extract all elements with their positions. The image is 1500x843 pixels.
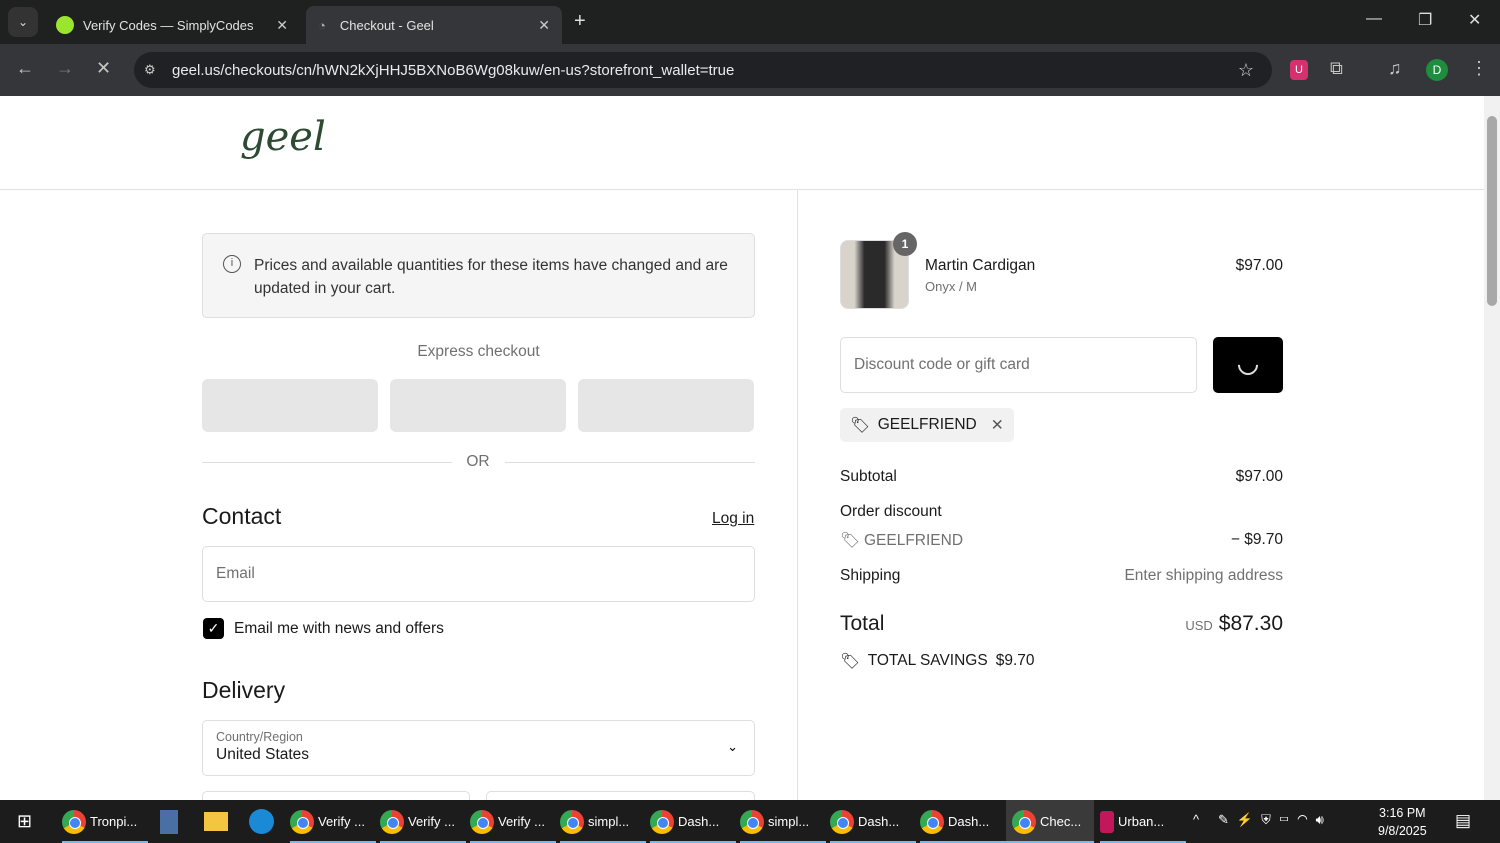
tab-strip: ⌄ Verify Codes — SimplyCodes ✕ ◔ Checkout… (0, 0, 1500, 44)
tray-chevron-icon[interactable]: ^ (1193, 812, 1199, 827)
file-explorer-icon[interactable] (204, 812, 228, 831)
tags-icon: 🏷︎ (840, 653, 860, 670)
calculator-icon[interactable] (160, 810, 178, 834)
page-scrollbar[interactable] (1484, 96, 1500, 800)
last-name-input[interactable] (486, 791, 755, 800)
country-value: United States (216, 746, 310, 763)
delivery-heading: Delivery (202, 677, 286, 703)
tab-search-button[interactable]: ⌄ (8, 7, 38, 37)
log-in-link[interactable]: Log in (712, 510, 754, 528)
tab-checkout[interactable]: ◔ Checkout - Geel ✕ (306, 6, 562, 44)
discount-code-row: 🏷︎ GEELFRIEND − $9.70 (840, 531, 1283, 549)
taskbar-item[interactable]: Dash... (830, 800, 916, 843)
notifications-icon[interactable]: ▤ (1455, 811, 1471, 831)
close-window-button[interactable]: ✕ (1468, 10, 1481, 30)
extension-shield-icon[interactable]: U (1290, 60, 1308, 80)
product-name: Martin Cardigan (925, 257, 1036, 274)
taskbar-item[interactable]: Dash... (920, 800, 1006, 843)
scrollbar-thumb[interactable] (1487, 116, 1497, 306)
tag-icon: 🏷︎ (850, 416, 870, 434)
first-name-input[interactable] (202, 791, 470, 800)
order-discount-row: Order discount (840, 503, 942, 520)
taskbar-item[interactable]: Tronpi... (62, 800, 148, 843)
shipping-row: Shipping Enter shipping address (840, 567, 1283, 584)
express-pay-button-1[interactable] (202, 379, 378, 432)
apply-discount-button[interactable] (1213, 337, 1283, 393)
divider (505, 462, 755, 463)
windows-taskbar: ⊞ Tronpi... Verify ... Verify ... Verify… (0, 800, 1500, 843)
product-price: $97.00 (1235, 257, 1283, 274)
address-bar[interactable]: ⚙ geel.us/checkouts/cn/hWN2kXjHHJ5BXNoB6… (134, 52, 1272, 88)
contact-heading: Contact (202, 503, 282, 529)
urban-app-icon (1100, 810, 1114, 833)
close-tab-icon[interactable]: ✕ (276, 17, 288, 34)
extensions-puzzle-icon[interactable]: ⧉ (1330, 58, 1343, 79)
taskbar-item[interactable]: Urban... (1100, 800, 1186, 843)
cart-changed-notice: i Prices and available quantities for th… (202, 233, 755, 318)
page-header: geel (0, 96, 1484, 190)
close-tab-icon[interactable]: ✕ (538, 17, 550, 34)
browser-toolbar: ← → ✕ ⚙ geel.us/checkouts/cn/hWN2kXjHHJ5… (0, 44, 1500, 96)
checkout-page: geel i Prices and available quantities f… (0, 96, 1484, 800)
product-variant: Onyx / M (925, 279, 978, 294)
chevron-down-icon: ⌄ (727, 739, 738, 754)
express-checkout-label: Express checkout (417, 343, 540, 360)
taskbar-item[interactable]: Verify ... (380, 800, 466, 843)
total-row: Total USD $87.30 (840, 612, 1283, 635)
discount-code-input[interactable]: Discount code or gift card (840, 337, 1197, 393)
taskbar-item[interactable]: simpl... (740, 800, 826, 843)
media-control-icon[interactable]: ♫ (1388, 58, 1402, 79)
windows-start-icon[interactable]: ⊞ (17, 811, 32, 832)
total-savings: 🏷︎ TOTAL SAVINGS $9.70 (840, 652, 1035, 670)
geel-logo[interactable]: geel (240, 114, 326, 160)
newsletter-checkbox[interactable]: ✓ (203, 618, 224, 639)
new-tab-button[interactable]: + (574, 10, 586, 33)
forward-icon[interactable]: → (56, 58, 74, 79)
country-label: Country/Region (216, 730, 303, 744)
taskbar-item[interactable]: Verify ... (290, 800, 376, 843)
taskbar-item[interactable]: simpl... (560, 800, 646, 843)
quantity-badge: 1 (893, 232, 917, 256)
tray-icons[interactable]: ✎⚡⛨▭◠🔊︎ (1218, 812, 1332, 828)
express-pay-button-3[interactable] (578, 379, 754, 432)
url-text: geel.us/checkouts/cn/hWN2kXjHHJ5BXNoB6Wg… (172, 61, 735, 79)
email-input[interactable]: Email (202, 546, 755, 602)
minimize-button[interactable]: — (1366, 10, 1382, 28)
stop-loading-icon[interactable]: ✕ (96, 58, 111, 79)
divider (202, 462, 452, 463)
bookmark-star-icon[interactable]: ☆ (1238, 60, 1254, 81)
newsletter-label: Email me with news and offers (234, 620, 444, 637)
taskbar-item[interactable]: Verify ... (470, 800, 556, 843)
remove-code-icon[interactable]: ✕ (991, 416, 1004, 435)
applied-code-chip: 🏷︎ GEELFRIEND ✕ (840, 408, 1014, 442)
subtotal-row: Subtotal $97.00 (840, 468, 1283, 485)
simplycodes-favicon (56, 16, 74, 34)
or-label: OR (466, 453, 490, 470)
loading-favicon: ◔ (318, 17, 326, 33)
site-info-icon[interactable]: ⚙ (144, 62, 156, 78)
clock[interactable]: 3:16 PM 9/8/2025 (1378, 804, 1427, 840)
menu-kebab-icon[interactable]: ⋮ (1470, 58, 1488, 79)
taskbar-item-active[interactable]: Chec... (1006, 800, 1094, 843)
taskbar-item[interactable]: Dash... (650, 800, 736, 843)
country-select[interactable]: Country/Region United States ⌄ (202, 720, 755, 776)
tag-icon: 🏷︎ (840, 532, 864, 549)
back-icon[interactable]: ← (16, 58, 34, 79)
profile-avatar[interactable]: D (1426, 59, 1448, 81)
edge-icon[interactable] (249, 809, 274, 834)
tab-verify-codes[interactable]: Verify Codes — SimplyCodes ✕ (44, 6, 300, 44)
loading-spinner-icon (1233, 350, 1263, 380)
express-pay-button-2[interactable] (390, 379, 566, 432)
info-icon: i (223, 255, 241, 273)
restore-button[interactable]: ❐ (1418, 10, 1432, 30)
